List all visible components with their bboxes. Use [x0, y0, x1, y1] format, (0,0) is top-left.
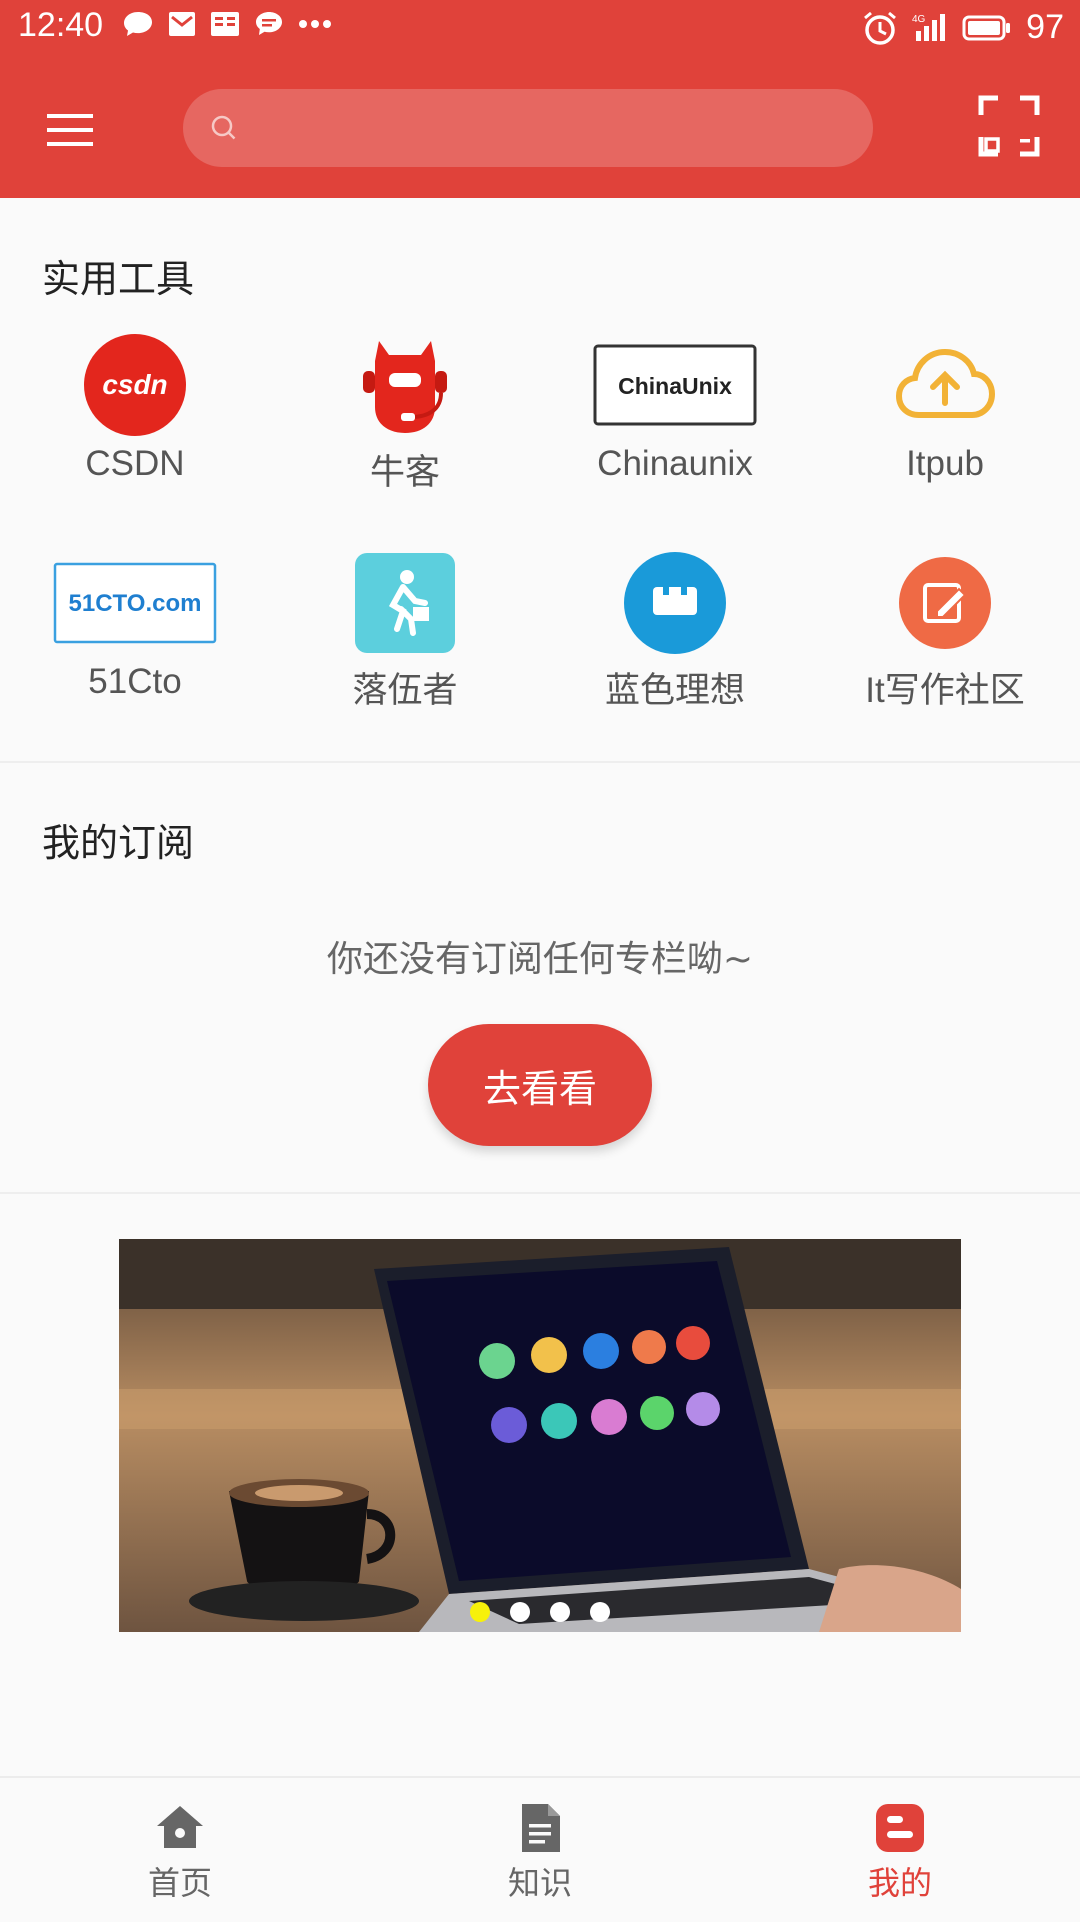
subscription-section-title: 我的订阅 — [42, 821, 195, 865]
notification-icons — [122, 10, 332, 38]
battery-icon — [962, 15, 1011, 40]
tool-label: CSDN — [85, 444, 185, 483]
chinaunix-logo: ChinaUnix — [590, 330, 760, 440]
tool-label: It写作社区 — [865, 671, 1025, 710]
hamburger-menu-icon — [47, 114, 93, 146]
nav-label: 我的 — [867, 1864, 932, 1902]
search-bar[interactable] — [183, 89, 873, 169]
app-header: 12:40 4G 97 — [0, 0, 1080, 198]
tool-51cto[interactable]: 51CTO.com 51Cto — [0, 548, 270, 738]
status-bar: 12:40 4G 97 — [0, 0, 1080, 60]
tool-itpub[interactable]: Itpub — [810, 330, 1080, 520]
status-time: 12:40 — [18, 6, 104, 44]
battery-level: 97 — [1026, 8, 1064, 46]
section-divider — [0, 761, 1080, 763]
svg-text:4G: 4G — [912, 14, 926, 25]
nav-label: 首页 — [147, 1864, 212, 1902]
document-icon — [522, 1804, 560, 1852]
message-icon — [256, 12, 282, 35]
itpub-cloud-upload-icon — [860, 330, 1030, 440]
tool-chinaunix[interactable]: ChinaUnix Chinaunix — [540, 330, 810, 520]
chat-bubble-icon — [124, 12, 152, 36]
tool-nowcoder[interactable]: 牛客 — [270, 330, 540, 520]
scan-icon — [978, 95, 1040, 157]
tool-label: 落伍者 — [352, 671, 458, 710]
menu-button[interactable] — [40, 100, 100, 160]
blogger-icon — [876, 1804, 924, 1852]
edit-note-icon — [860, 548, 1030, 658]
carousel-dot[interactable] — [550, 1602, 570, 1622]
nav-item-mine[interactable]: 我的 — [720, 1778, 1080, 1922]
mail-icon — [169, 12, 195, 36]
home-icon — [157, 1806, 203, 1848]
system-icons: 4G 97 — [862, 8, 1064, 47]
tool-label: 51Cto — [88, 662, 182, 701]
tool-label: 牛客 — [369, 453, 440, 492]
nav-label: 知识 — [507, 1864, 572, 1902]
tool-label: Itpub — [906, 444, 984, 483]
svg-text:ChinaUnix: ChinaUnix — [618, 373, 732, 399]
more-dots-icon — [299, 20, 331, 28]
carousel-dot[interactable] — [510, 1602, 530, 1622]
scan-button[interactable] — [978, 95, 1040, 157]
blueidea-icon — [590, 548, 760, 658]
banner-image — [119, 1239, 961, 1632]
carousel-indicators — [119, 1602, 961, 1622]
browse-button[interactable]: 去看看 — [428, 1024, 652, 1146]
tool-luowuzhe[interactable]: 落伍者 — [270, 548, 540, 738]
alarm-icon — [864, 11, 897, 45]
section-divider — [0, 1192, 1080, 1194]
search-icon — [211, 115, 236, 140]
empty-subscription-text: 你还没有订阅任何专栏呦~ — [326, 939, 754, 980]
csdn-logo: csdn — [50, 330, 220, 440]
signal-icon: 4G — [912, 13, 946, 41]
nav-item-knowledge[interactable]: 知识 — [360, 1778, 720, 1922]
bottom-nav: 首页 知识 我的 — [0, 1776, 1080, 1922]
walker-icon — [320, 548, 490, 658]
search-input[interactable] — [253, 89, 857, 169]
banner-carousel[interactable] — [119, 1239, 961, 1632]
tool-label: Chinaunix — [597, 444, 753, 483]
toolbar — [0, 60, 1080, 198]
reader-icon — [211, 12, 239, 36]
tool-csdn[interactable]: csdn CSDN — [0, 330, 270, 520]
tool-label: 蓝色理想 — [604, 671, 745, 710]
tool-blueidea[interactable]: 蓝色理想 — [540, 548, 810, 738]
svg-text:51CTO.com: 51CTO.com — [69, 590, 202, 617]
carousel-dot-active[interactable] — [470, 1602, 490, 1622]
carousel-dot[interactable] — [590, 1602, 610, 1622]
svg-text:csdn: csdn — [102, 369, 167, 400]
tools-section-title: 实用工具 — [42, 257, 195, 301]
nowcoder-logo — [320, 330, 490, 440]
51cto-logo: 51CTO.com — [50, 548, 220, 658]
tool-it-writing[interactable]: It写作社区 — [810, 548, 1080, 738]
nav-item-home[interactable]: 首页 — [0, 1778, 360, 1922]
